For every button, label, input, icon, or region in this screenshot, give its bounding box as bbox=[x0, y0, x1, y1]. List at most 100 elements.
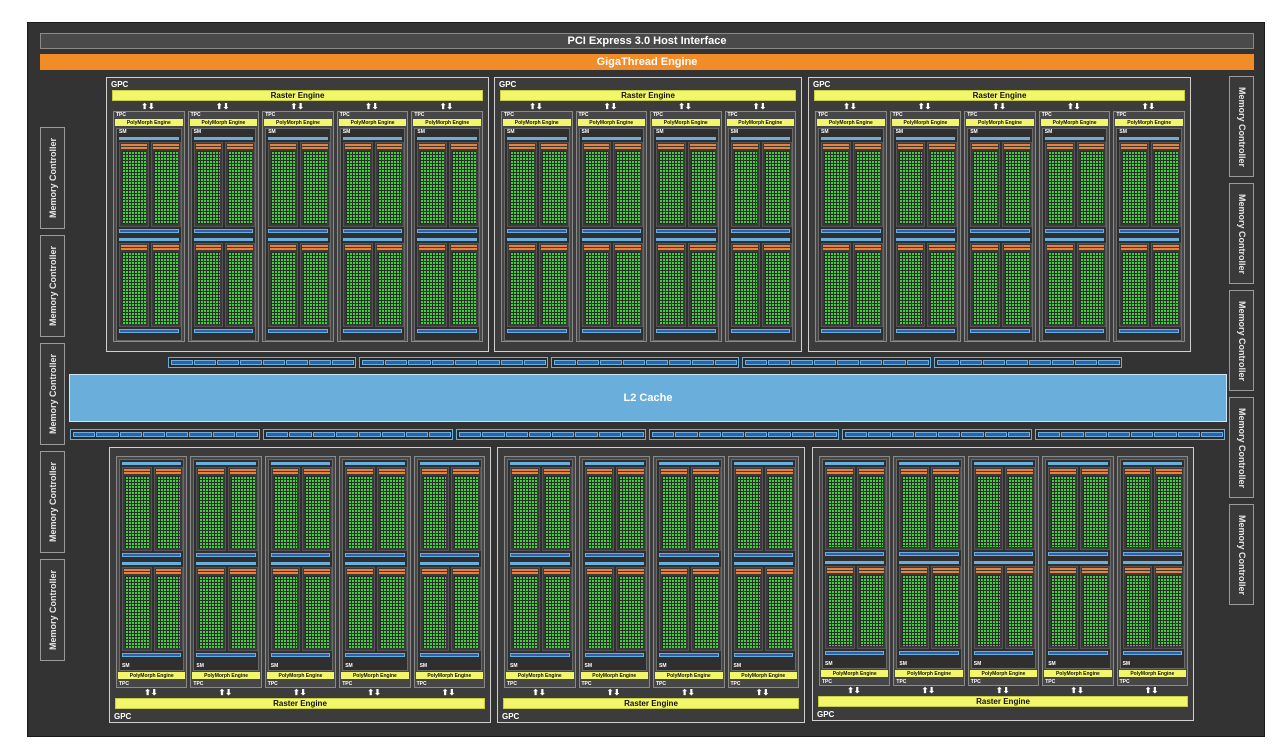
warp-scheduler-strip bbox=[227, 144, 254, 146]
dispatch-unit-strip bbox=[121, 247, 147, 250]
processing-block bbox=[374, 242, 405, 327]
dispatch-unit-strip bbox=[897, 247, 924, 250]
load-store-strip bbox=[821, 228, 881, 233]
cache-cell bbox=[263, 360, 286, 365]
cache-cell bbox=[868, 432, 891, 437]
warp-scheduler-strip bbox=[692, 469, 719, 471]
sm-label: SM bbox=[821, 129, 829, 135]
cuda-core-grid bbox=[693, 576, 718, 648]
cuda-core-grid bbox=[855, 251, 880, 324]
gpc-label: GPC bbox=[502, 712, 520, 721]
tpc-label: TPC bbox=[507, 681, 517, 687]
cuda-core-grid bbox=[902, 476, 927, 547]
gigathread-engine-bar: GigaThread Engine bbox=[40, 54, 1254, 70]
tpc-block: TPC PolyMorph Engine SM bbox=[819, 456, 891, 686]
warp-scheduler-strip bbox=[419, 144, 446, 146]
data-flow-arrows-icon: ⬆⬇ bbox=[215, 102, 230, 111]
load-store-strip bbox=[119, 228, 179, 233]
cache-cell bbox=[289, 432, 312, 437]
tpc-block: TPC PolyMorph Engine SM bbox=[264, 456, 337, 688]
warp-scheduler-strip bbox=[827, 469, 853, 471]
data-flow-arrows-icon: ⬆⬇ bbox=[752, 102, 767, 111]
warp-scheduler-strip bbox=[1007, 568, 1034, 570]
dispatch-unit-strip bbox=[124, 472, 150, 474]
cuda-core-grid bbox=[1082, 476, 1107, 547]
sm-block: SM bbox=[896, 459, 962, 669]
sm-block: SM bbox=[116, 128, 182, 341]
dispatch-unit-strip bbox=[897, 147, 924, 149]
cuda-core-grid bbox=[196, 151, 221, 224]
instruction-cache-strip bbox=[825, 462, 885, 465]
processing-block bbox=[687, 242, 718, 327]
load-store-strip bbox=[1044, 228, 1105, 233]
processing-block bbox=[581, 242, 612, 327]
tpc-label: TPC bbox=[342, 681, 353, 687]
instruction-cache-strip bbox=[899, 462, 959, 465]
cache-cell bbox=[482, 432, 505, 437]
dispatch-unit-strip bbox=[732, 147, 759, 149]
cuda-core-grid bbox=[305, 576, 330, 648]
dispatch-unit-strip bbox=[767, 572, 793, 574]
dispatch-unit-strip bbox=[152, 147, 179, 149]
raster-engine: Raster Engine bbox=[814, 90, 1185, 101]
cache-cell bbox=[1107, 432, 1130, 437]
load-store-strip bbox=[659, 553, 719, 557]
cache-segment bbox=[550, 357, 740, 368]
dispatch-unit-strip bbox=[509, 147, 535, 149]
warp-scheduler-strip bbox=[901, 568, 928, 570]
cuda-core-grid bbox=[420, 151, 445, 224]
warp-scheduler-strip bbox=[1153, 244, 1179, 247]
cache-cell bbox=[217, 360, 240, 365]
warp-scheduler-strip bbox=[152, 244, 179, 247]
sm-label: SM bbox=[419, 663, 428, 669]
warp-scheduler-strip bbox=[198, 469, 225, 471]
sm-label: SM bbox=[730, 129, 739, 135]
dispatch-unit-strip bbox=[618, 572, 644, 574]
processing-block bbox=[345, 567, 375, 651]
memory-controller-label: Memory Controller bbox=[47, 353, 58, 435]
warp-scheduler-strip bbox=[421, 569, 448, 571]
load-store-strip bbox=[730, 228, 790, 233]
cache-cell bbox=[431, 360, 454, 365]
warp-scheduler-strip bbox=[124, 469, 150, 471]
sm-label: SM bbox=[122, 663, 130, 669]
processing-block bbox=[510, 567, 540, 651]
l2-cache-bar: L2 Cache bbox=[69, 374, 1227, 422]
cuda-core-grid bbox=[153, 151, 178, 224]
cuda-core-grid bbox=[1051, 575, 1075, 646]
dispatch-unit-strip bbox=[901, 571, 928, 573]
gpc-label: GPC bbox=[111, 80, 129, 89]
dispatch-unit-strip bbox=[155, 572, 182, 574]
sm-block: SM bbox=[1116, 128, 1182, 341]
tpc-label: TPC bbox=[193, 681, 204, 687]
gpc-block: GPC Raster Engine ⬆⬇ TPC PolyMorph Engine SM ⬆… bbox=[109, 447, 491, 723]
processing-block bbox=[150, 242, 181, 327]
cache-cell bbox=[936, 360, 959, 365]
processing-block bbox=[268, 242, 298, 327]
sm-label: SM bbox=[659, 663, 667, 669]
load-store-strip bbox=[507, 228, 567, 233]
cuda-core-grid bbox=[659, 151, 683, 224]
warp-scheduler-strip bbox=[823, 244, 849, 247]
tpc-block: TPC PolyMorph Engine SM bbox=[262, 111, 334, 342]
data-flow-arrows-icon: ⬆⬇ bbox=[681, 688, 695, 697]
tpc-block: TPC PolyMorph Engine SM bbox=[724, 111, 796, 342]
processing-block bbox=[1001, 142, 1032, 227]
dispatch-unit-strip bbox=[512, 572, 538, 574]
instruction-cache-strip bbox=[656, 237, 716, 241]
tpc-block: TPC PolyMorph Engine SM bbox=[413, 456, 485, 688]
cuda-core-grid bbox=[271, 251, 295, 324]
warp-scheduler-strip bbox=[272, 469, 299, 471]
processing-block bbox=[687, 142, 718, 227]
processing-block bbox=[1001, 242, 1032, 327]
warp-scheduler-strip bbox=[658, 244, 684, 247]
cache-cell bbox=[961, 432, 984, 437]
polymorph-engine: PolyMorph Engine bbox=[821, 670, 889, 677]
polymorph-engine: PolyMorph Engine bbox=[817, 119, 885, 126]
cache-cell bbox=[194, 360, 217, 365]
dispatch-unit-strip bbox=[453, 472, 479, 474]
sm-block: SM bbox=[581, 459, 647, 671]
sm-block: SM bbox=[416, 459, 482, 671]
data-flow-arrows-icon: ⬆⬇ bbox=[365, 102, 379, 111]
processing-block bbox=[659, 567, 689, 651]
